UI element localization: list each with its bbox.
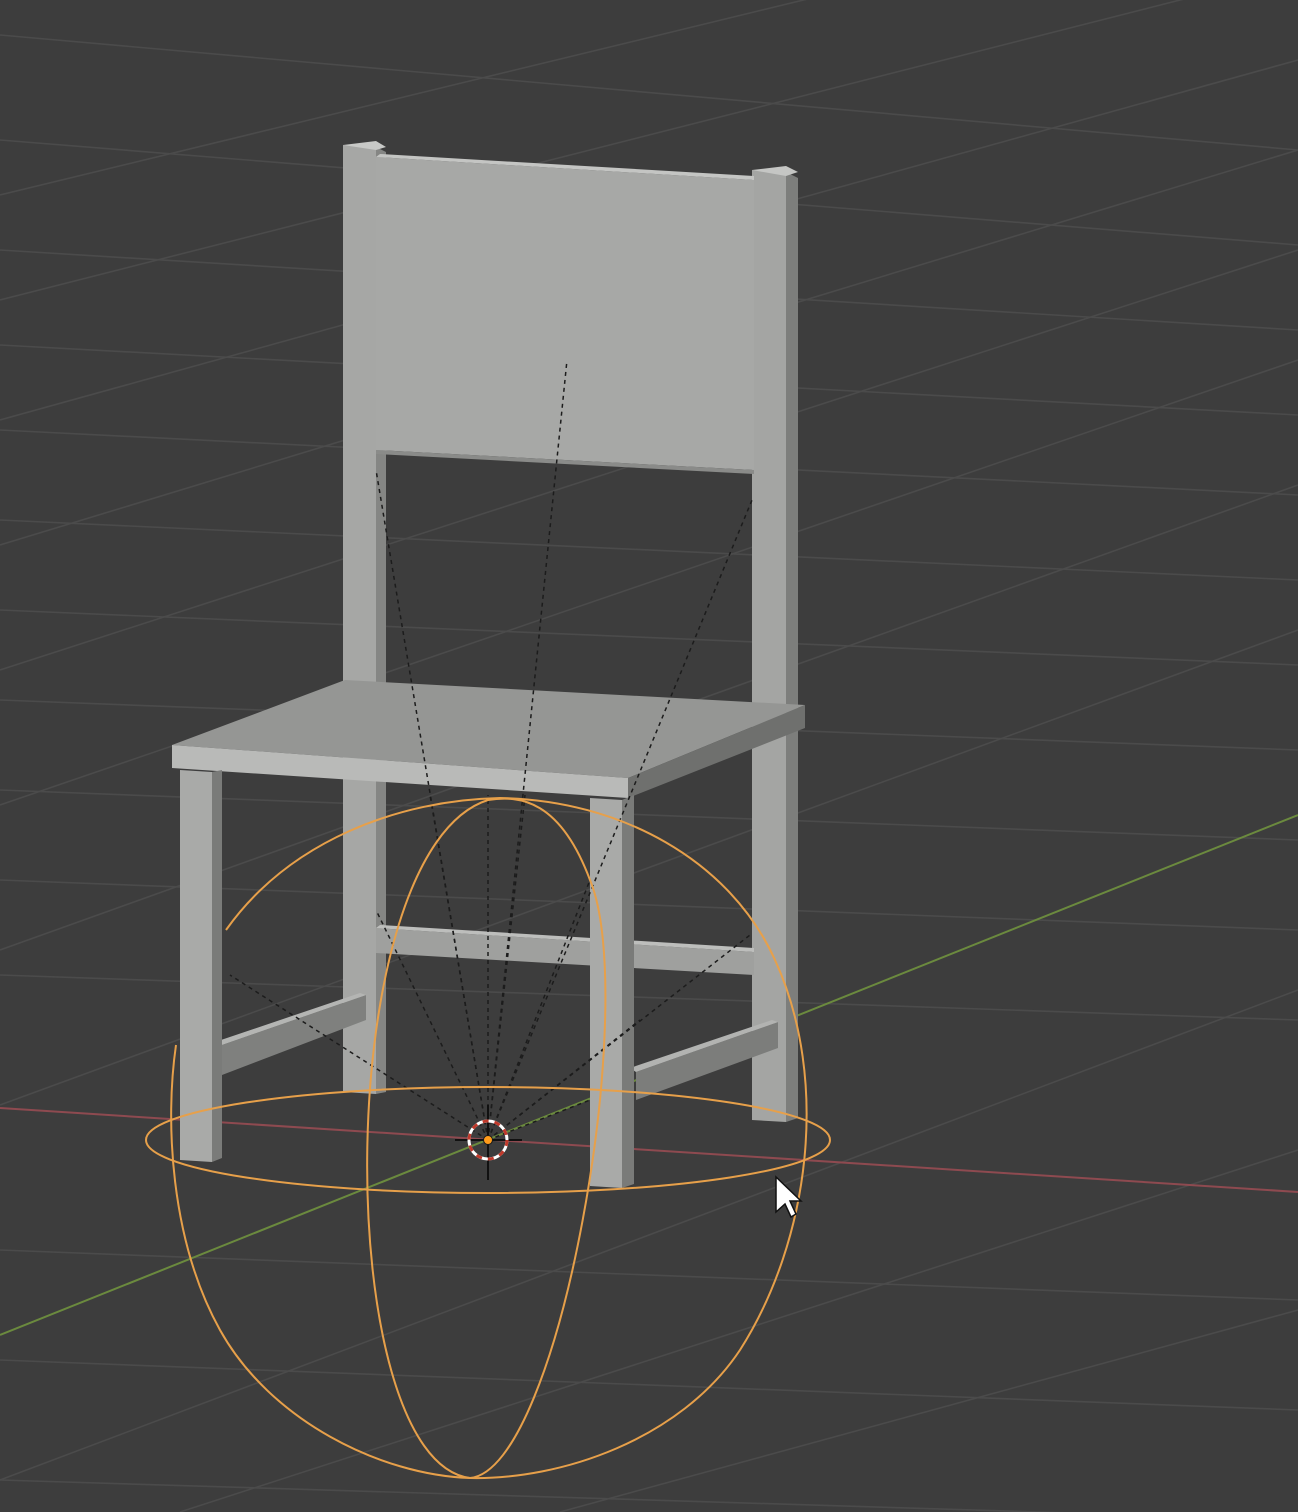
chair-backrest[interactable] (376, 154, 754, 474)
3d-viewport[interactable] (0, 0, 1298, 1512)
chair-front-left-leg[interactable] (180, 770, 222, 1162)
chair-back-right-leg[interactable] (752, 166, 798, 1122)
origin-point (483, 1135, 493, 1145)
